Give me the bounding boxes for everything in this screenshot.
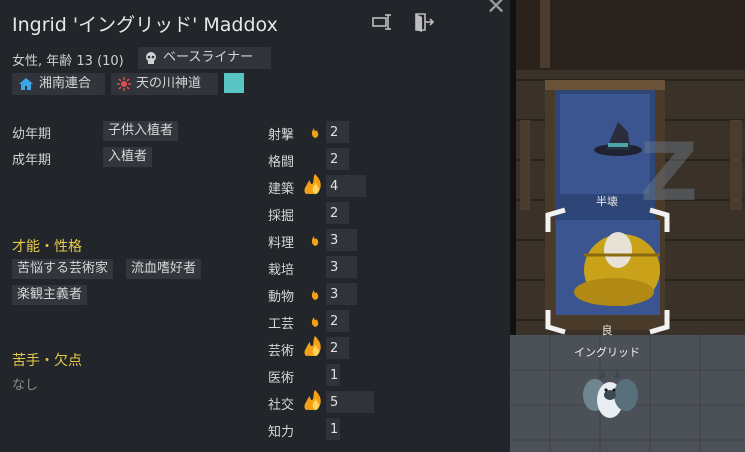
skill-level-value: 1 [330, 368, 339, 383]
ideology-chip[interactable]: 天の川神道 [111, 73, 218, 95]
banish-icon[interactable] [413, 12, 435, 32]
skill-name: 射撃 [268, 128, 295, 143]
ideology-sun-icon [117, 76, 131, 91]
adulthood-label: 成年期 [12, 153, 52, 168]
skill-level-value: 3 [330, 233, 339, 248]
trait-tag[interactable]: 苦悩する芸術家 [12, 259, 114, 279]
traits-header: 才能・性格 [12, 239, 82, 255]
skill-name: 料理 [268, 236, 295, 251]
incapable-header: 苦手・欠点 [12, 353, 82, 369]
world-view[interactable]: Z 半壊 良 イングリッド [510, 0, 745, 452]
pawn-name[interactable]: Ingrid 'イングリッド' Maddox [12, 10, 278, 37]
skill-name: 栽培 [268, 263, 295, 278]
item-quality-label: 良 [602, 323, 613, 337]
faction-label: 湘南連合 [39, 76, 92, 91]
incapable-value: なし [12, 378, 39, 393]
skill-level-value: 2 [330, 206, 339, 221]
major-passion-flame-icon [303, 335, 325, 361]
skill-name: 動物 [268, 290, 295, 305]
bed-quality-label: 半壊 [596, 194, 618, 208]
major-passion-flame-icon [303, 173, 325, 199]
pawn-name-label: イングリッド [574, 345, 640, 359]
skill-level-value: 1 [330, 422, 339, 437]
skill-name: 採掘 [268, 209, 295, 224]
minor-passion-flame-icon [309, 313, 321, 332]
skill-name: 建築 [268, 182, 295, 197]
childhood-label: 幼年期 [12, 127, 52, 142]
faction-house-icon [19, 77, 33, 90]
ideology-label: 天の川神道 [136, 76, 202, 91]
sleep-z-icon: Z [640, 126, 698, 219]
pawn-portrait-icon [556, 220, 660, 315]
skill-name: 医術 [268, 371, 295, 386]
skill-name: 工芸 [268, 317, 295, 332]
skill-level-value: 2 [330, 314, 339, 329]
skill-level-value: 5 [330, 395, 339, 410]
gender-age: 女性, 年齢 13 (10) [12, 54, 124, 69]
minor-passion-flame-icon [309, 232, 321, 251]
minor-passion-flame-icon [309, 124, 321, 143]
skill-level-value: 2 [330, 125, 339, 140]
skill-level-value: 2 [330, 341, 339, 356]
skill-level-value: 2 [330, 152, 339, 167]
skull-icon [146, 51, 156, 64]
xenotype-chip[interactable]: ベースライナー [138, 47, 271, 69]
skill-name: 格闘 [268, 155, 295, 170]
major-passion-flame-icon [303, 389, 325, 415]
adulthood-backstory[interactable]: 入植者 [103, 147, 153, 167]
world-scene: Z 半壊 良 イングリッド [510, 0, 745, 452]
rename-icon[interactable] [372, 12, 394, 32]
trait-tag[interactable]: 楽観主義者 [12, 285, 88, 305]
skill-name: 知力 [268, 425, 295, 440]
favorite-color-swatch[interactable] [224, 73, 244, 93]
minor-passion-flame-icon [309, 286, 321, 305]
faction-chip[interactable]: 湘南連合 [12, 73, 105, 95]
xenotype-label: ベースライナー [163, 50, 254, 65]
skill-name: 芸術 [268, 344, 295, 359]
character-panel: Ingrid 'イングリッド' Maddox ✕ 女性, 年齢 13 (10) … [0, 0, 510, 452]
skill-name: 社交 [268, 398, 295, 413]
skill-level-value: 3 [330, 260, 339, 275]
childhood-backstory[interactable]: 子供入植者 [103, 121, 179, 141]
trait-tag[interactable]: 流血嗜好者 [126, 259, 202, 279]
close-icon[interactable]: ✕ [486, 0, 506, 18]
skill-level-value: 4 [330, 179, 339, 194]
skill-level-value: 3 [330, 287, 339, 302]
